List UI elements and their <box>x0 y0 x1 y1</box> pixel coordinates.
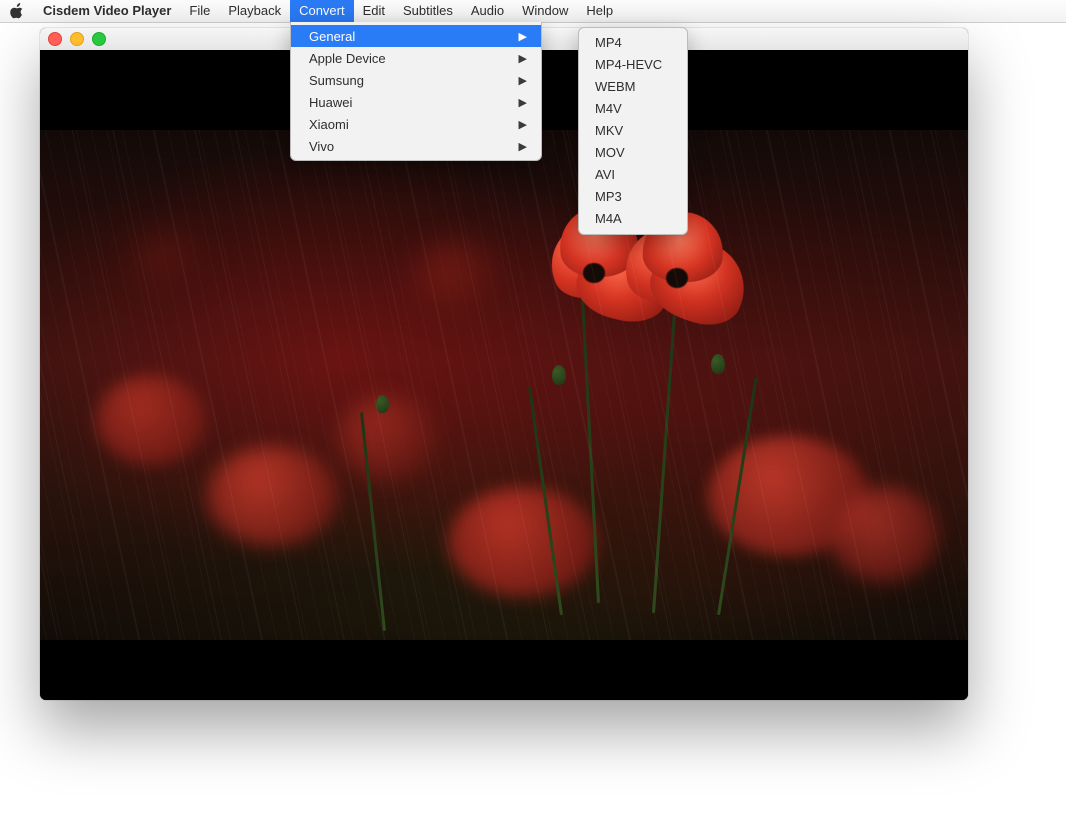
menu-item-label: Sumsung <box>309 73 364 88</box>
convert-item-general[interactable]: General ▶ <box>291 25 541 47</box>
menu-item-label: Vivo <box>309 139 334 154</box>
format-item-m4v[interactable]: M4V <box>579 98 687 120</box>
macos-menubar: Cisdem Video Player File Playback Conver… <box>0 0 1066 23</box>
menu-window[interactable]: Window <box>513 0 577 22</box>
convert-item-huawei[interactable]: Huawei ▶ <box>291 91 541 113</box>
menu-edit[interactable]: Edit <box>354 0 394 22</box>
submenu-arrow-icon: ▶ <box>519 140 527 153</box>
menu-subtitles[interactable]: Subtitles <box>394 0 462 22</box>
submenu-arrow-icon: ▶ <box>519 96 527 109</box>
apple-logo-icon <box>10 3 24 19</box>
submenu-arrow-icon: ▶ <box>519 74 527 87</box>
menu-item-label: Xiaomi <box>309 117 349 132</box>
window-minimize-button[interactable] <box>70 32 84 46</box>
video-frame <box>40 130 968 640</box>
window-zoom-button[interactable] <box>92 32 106 46</box>
menu-playback[interactable]: Playback <box>219 0 290 22</box>
menu-audio[interactable]: Audio <box>462 0 513 22</box>
format-item-avi[interactable]: AVI <box>579 164 687 186</box>
format-item-mp4[interactable]: MP4 <box>579 32 687 54</box>
format-item-mkv[interactable]: MKV <box>579 120 687 142</box>
submenu-arrow-icon: ▶ <box>519 52 527 65</box>
menu-item-label: General <box>309 29 355 44</box>
app-name[interactable]: Cisdem Video Player <box>34 0 180 22</box>
menu-item-label: Huawei <box>309 95 352 110</box>
apple-menu-icon[interactable] <box>0 3 34 19</box>
menu-help[interactable]: Help <box>577 0 622 22</box>
general-submenu: MP4 MP4-HEVC WEBM M4V MKV MOV AVI MP3 M4… <box>578 27 688 235</box>
format-item-mp4-hevc[interactable]: MP4-HEVC <box>579 54 687 76</box>
menu-file[interactable]: File <box>180 0 219 22</box>
submenu-arrow-icon: ▶ <box>519 118 527 131</box>
convert-dropdown-menu: General▶ Apple Device▶ Sumsung▶ Huawei▶ … <box>290 22 542 161</box>
convert-item-sumsung[interactable]: Sumsung ▶ <box>291 69 541 91</box>
window-close-button[interactable] <box>48 32 62 46</box>
menu-convert[interactable]: Convert <box>290 0 354 22</box>
format-item-m4a[interactable]: M4A <box>579 208 687 230</box>
format-item-mov[interactable]: MOV <box>579 142 687 164</box>
format-item-mp3[interactable]: MP3 <box>579 186 687 208</box>
convert-item-vivo[interactable]: Vivo ▶ <box>291 135 541 157</box>
convert-item-xiaomi[interactable]: Xiaomi ▶ <box>291 113 541 135</box>
format-item-webm[interactable]: WEBM <box>579 76 687 98</box>
convert-item-apple-device[interactable]: Apple Device ▶ <box>291 47 541 69</box>
menu-item-label: Apple Device <box>309 51 386 66</box>
submenu-arrow-icon: ▶ <box>519 30 527 43</box>
